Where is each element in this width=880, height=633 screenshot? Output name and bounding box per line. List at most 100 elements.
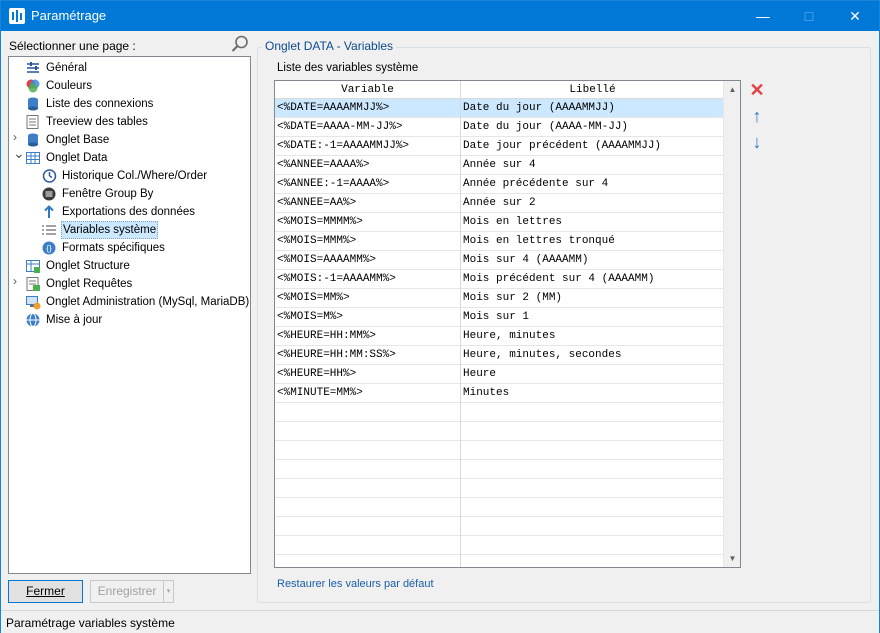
variable-cell[interactable]: <%DATE=AAAA-MM-JJ%> [275, 118, 460, 137]
table-row[interactable]: <%MINUTE=MM%> Minutes [275, 384, 724, 403]
variables-grid[interactable]: Variable Libellé <%DATE=AAAAMMJJ%> Date d… [274, 80, 741, 568]
libelle-cell[interactable]: Minutes [461, 384, 724, 403]
libelle-cell[interactable]: Mois sur 1 [461, 308, 724, 327]
libelle-cell[interactable] [461, 460, 724, 479]
variable-cell[interactable]: <%ANNEE=AAAA%> [275, 156, 460, 175]
close-dialog-button[interactable]: Fermer [8, 580, 83, 603]
variable-cell[interactable]: <%MINUTE=MM%> [275, 384, 460, 403]
restore-defaults-link[interactable]: Restaurer les valeurs par défaut [277, 578, 434, 590]
expand-chevron-right-icon[interactable]: › [13, 131, 22, 143]
libelle-cell[interactable]: Mois sur 2 (MM) [461, 289, 724, 308]
table-row[interactable]: <%DATE:-1=AAAAMMJJ%> Date jour précédent … [275, 137, 724, 156]
expand-chevron-down-icon[interactable]: ⌄ [13, 146, 25, 160]
table-row[interactable] [275, 441, 724, 460]
table-row[interactable]: <%DATE=AAAAMMJJ%> Date du jour (AAAAMMJJ) [275, 99, 724, 118]
libelle-cell[interactable]: Mois précédent sur 4 (AAAAMM) [461, 270, 724, 289]
minimize-button[interactable]: — [740, 1, 786, 31]
tree-item[interactable]: Liste des connexions [9, 95, 250, 113]
save-dropdown-arrow[interactable]: ▾ [163, 580, 174, 603]
table-row[interactable]: <%MOIS=MMMM%> Mois en lettres [275, 213, 724, 232]
search-icon[interactable] [231, 35, 249, 53]
variable-cell[interactable]: <%HEURE=HH:MM%> [275, 327, 460, 346]
variable-cell[interactable]: <%MOIS=MM%> [275, 289, 460, 308]
libelle-cell[interactable]: Date du jour (AAAA-MM-JJ) [461, 118, 724, 137]
variable-cell[interactable] [275, 536, 460, 555]
tree-item[interactable]: Exportations des données [9, 203, 250, 221]
variable-cell[interactable] [275, 498, 460, 517]
tree-item[interactable]: Onglet Administration (MySql, MariaDB) [9, 293, 250, 311]
variable-cell[interactable] [275, 422, 460, 441]
variable-cell[interactable]: <%MOIS=MMMM%> [275, 213, 460, 232]
table-row[interactable] [275, 536, 724, 555]
table-row[interactable]: <%MOIS=AAAAMM%> Mois sur 4 (AAAAMM) [275, 251, 724, 270]
libelle-cell[interactable]: Date jour précédent (AAAAMMJJ) [461, 137, 724, 156]
tree-item[interactable]: Onglet Structure [9, 257, 250, 275]
libelle-cell[interactable] [461, 536, 724, 555]
tree-item[interactable]: Variables système [9, 221, 250, 239]
table-row[interactable] [275, 460, 724, 479]
table-row[interactable] [275, 422, 724, 441]
libelle-cell[interactable]: Heure, minutes, secondes [461, 346, 724, 365]
variable-cell[interactable]: <%ANNEE:-1=AAAA%> [275, 175, 460, 194]
table-row[interactable] [275, 517, 724, 536]
table-row[interactable]: <%ANNEE=AAAA%> Année sur 4 [275, 156, 724, 175]
table-row[interactable]: <%DATE=AAAA-MM-JJ%> Date du jour (AAAA-MM… [275, 118, 724, 137]
scroll-up-arrow-icon[interactable]: ▲ [724, 81, 740, 98]
variable-cell[interactable] [275, 460, 460, 479]
scroll-down-arrow-icon[interactable]: ▼ [724, 550, 740, 567]
vertical-scrollbar[interactable]: ▲ ▼ [723, 81, 740, 567]
tree-item[interactable]: Mise à jour [9, 311, 250, 329]
variable-cell[interactable]: <%MOIS:-1=AAAAMM%> [275, 270, 460, 289]
move-down-arrow-icon[interactable]: ↓ [747, 132, 767, 152]
tree-item[interactable]: › Onglet Requêtes [9, 275, 250, 293]
libelle-cell[interactable]: Mois sur 4 (AAAAMM) [461, 251, 724, 270]
libelle-cell[interactable] [461, 422, 724, 441]
libelle-cell[interactable]: Année précédente sur 4 [461, 175, 724, 194]
tree-item[interactable]: Fenêtre Group By [9, 185, 250, 203]
variable-cell[interactable]: <%MOIS=MMM%> [275, 232, 460, 251]
table-row[interactable]: <%HEURE=HH:MM%> Heure, minutes [275, 327, 724, 346]
libelle-cell[interactable] [461, 498, 724, 517]
variable-cell[interactable] [275, 441, 460, 460]
libelle-cell[interactable]: Heure, minutes [461, 327, 724, 346]
table-row[interactable]: <%MOIS=MMM%> Mois en lettres tronqué [275, 232, 724, 251]
variable-cell[interactable]: <%DATE:-1=AAAAMMJJ%> [275, 137, 460, 156]
close-button[interactable]: ✕ [832, 1, 878, 31]
variable-cell[interactable] [275, 403, 460, 422]
libelle-cell[interactable] [461, 403, 724, 422]
libelle-cell[interactable] [461, 517, 724, 536]
delete-variable-icon[interactable]: ✕ [747, 80, 767, 100]
libelle-cell[interactable] [461, 441, 724, 460]
table-row[interactable] [275, 479, 724, 498]
variable-cell[interactable]: <%DATE=AAAAMMJJ%> [275, 99, 460, 118]
libelle-cell[interactable]: Heure [461, 365, 724, 384]
libelle-cell[interactable] [461, 479, 724, 498]
libelle-cell[interactable]: Année sur 2 [461, 194, 724, 213]
variable-cell[interactable]: <%MOIS=M%> [275, 308, 460, 327]
libelle-cell[interactable]: Date du jour (AAAAMMJJ) [461, 99, 724, 118]
variable-cell[interactable] [275, 479, 460, 498]
tree-item[interactable]: Historique Col./Where/Order [9, 167, 250, 185]
table-row[interactable] [275, 403, 724, 422]
tree-item[interactable]: Général [9, 59, 250, 77]
tree-item[interactable]: Treeview des tables [9, 113, 250, 131]
maximize-button[interactable]: □ [786, 1, 832, 31]
variable-cell[interactable]: <%HEURE=HH:MM:SS%> [275, 346, 460, 365]
table-row[interactable]: <%ANNEE:-1=AAAA%> Année précédente sur 4 [275, 175, 724, 194]
expand-chevron-right-icon[interactable]: › [13, 275, 22, 287]
variable-cell[interactable]: <%MOIS=AAAAMM%> [275, 251, 460, 270]
table-row[interactable]: <%MOIS=MM%> Mois sur 2 (MM) [275, 289, 724, 308]
table-row[interactable]: <%HEURE=HH%> Heure [275, 365, 724, 384]
table-row[interactable]: <%ANNEE=AA%> Année sur 2 [275, 194, 724, 213]
variable-cell[interactable]: <%ANNEE=AA%> [275, 194, 460, 213]
table-row[interactable] [275, 498, 724, 517]
tree-item[interactable]: ⌄ Onglet Data [9, 146, 250, 167]
table-row[interactable]: <%MOIS:-1=AAAAMM%> Mois précédent sur 4 (… [275, 270, 724, 289]
libelle-cell[interactable]: Année sur 4 [461, 156, 724, 175]
variable-cell[interactable] [275, 517, 460, 536]
tree-item[interactable]: Couleurs [9, 77, 250, 95]
tree-item[interactable]: › Onglet Base [9, 131, 250, 149]
libelle-cell[interactable]: Mois en lettres [461, 213, 724, 232]
settings-tree[interactable]: Général Couleurs Liste des connexions Treev… [8, 56, 251, 574]
column-header-libelle[interactable]: Libellé [461, 81, 724, 99]
